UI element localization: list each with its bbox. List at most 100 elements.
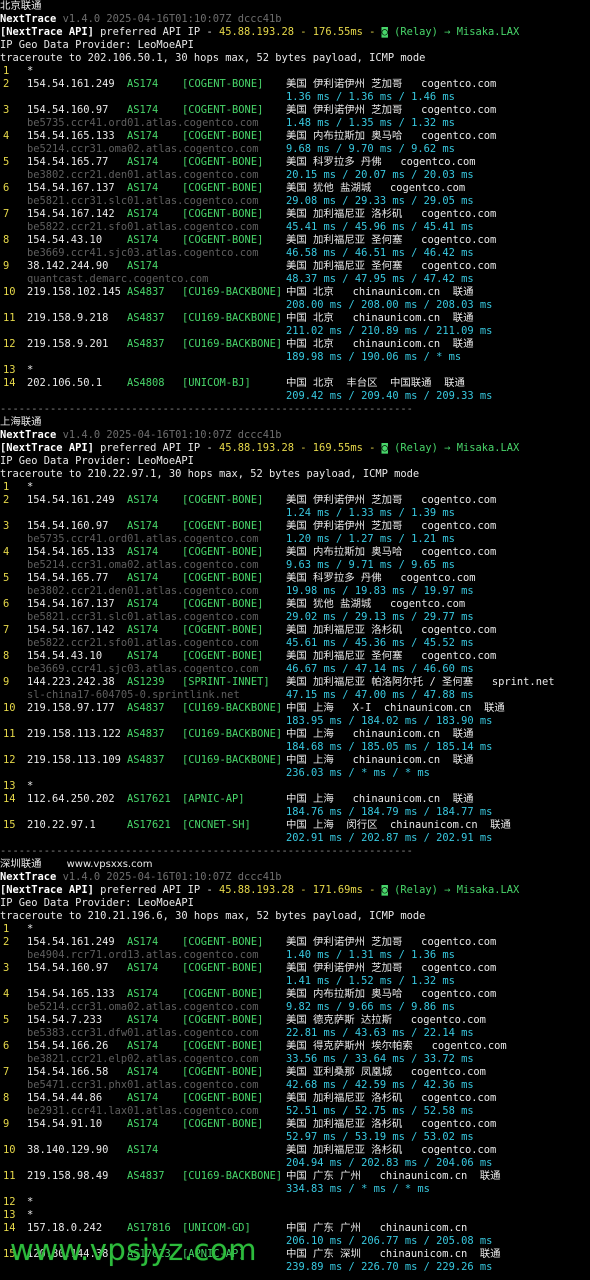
hop-asn: AS4837 bbox=[127, 338, 165, 350]
hop-ip: 219.158.102.145 bbox=[27, 286, 121, 298]
hop-number: 11 bbox=[3, 312, 16, 324]
hop-number: 6 bbox=[3, 1040, 10, 1052]
hop-tag: [COGENT-BONE] bbox=[182, 156, 264, 168]
hop-ip: 154.54.166.26 bbox=[27, 1040, 109, 1052]
hop-geo: 美国 伊利诺伊州 芝加哥 cogentco.com bbox=[286, 104, 497, 116]
hop-ip: 154.54.165.77 bbox=[27, 572, 109, 584]
hop-rtt: 9.68 ms / 9.70 ms / 9.62 ms bbox=[286, 143, 455, 155]
hop-number: 9 bbox=[3, 260, 10, 272]
hop-row: 10 38.140.129.90 AS174 美国 加利福尼亚 洛杉矶 cogentc… bbox=[0, 1144, 590, 1157]
hop-row: 9 144.223.242.38 AS1239 [SPRINT-INNET] 美国 加利… bbox=[0, 676, 590, 689]
hop-rtt: 189.98 ms / 190.06 ms / * ms bbox=[286, 351, 462, 363]
hop-rdns: be3802.ccr21.den01.atlas.cogentco.com bbox=[27, 169, 259, 181]
hop-asn: AS174 bbox=[127, 1144, 159, 1156]
hop-row: 1 * bbox=[0, 923, 590, 936]
hop-row: 3 154.54.160.97 AS174 [COGENT-BONE] 美国 伊利诺伊州… bbox=[0, 962, 590, 975]
hop-tag: [APNIC-AP] bbox=[182, 793, 245, 805]
hop-row: 4 154.54.165.133 AS174 [COGENT-BONE] 美国 内布拉斯… bbox=[0, 546, 590, 559]
hop-detail-row: be5821.ccr31.slc01.atlas.cogentco.com 29.… bbox=[0, 611, 590, 624]
hop-row: 5 154.54.165.77 AS174 [COGENT-BONE] 美国 科罗拉多 … bbox=[0, 572, 590, 585]
separator: ----------------------------------------… bbox=[0, 845, 413, 857]
hop-rdns: be5735.ccr41.ord01.atlas.cogentco.com bbox=[27, 533, 259, 545]
app-version-line: NextTrace v1.4.0 2025-04-16T01:10:07Z dc… bbox=[0, 13, 590, 26]
hop-tag: [CU169-BACKBONE] bbox=[182, 728, 283, 740]
hop-asn: AS174 bbox=[127, 130, 159, 142]
hop-row: 13 * bbox=[0, 364, 590, 377]
hop-ip: 112.64.250.202 bbox=[27, 793, 115, 805]
hop-asn: AS174 bbox=[127, 1118, 159, 1130]
hop-row: 7 154.54.166.58 AS174 [COGENT-BONE] 美国 亚利桑那 … bbox=[0, 1066, 590, 1079]
hop-row: 5 154.54.165.77 AS174 [COGENT-BONE] 美国 科罗拉多 … bbox=[0, 156, 590, 169]
hop-row: 6 154.54.166.26 AS174 [COGENT-BONE] 美国 得克萨斯州… bbox=[0, 1040, 590, 1053]
hop-rtt: 206.10 ms / 206.77 ms / 205.08 ms bbox=[286, 1235, 493, 1247]
hop-detail-row: 183.95 ms / 184.02 ms / 183.90 ms bbox=[0, 715, 590, 728]
hop-detail-row: 209.42 ms / 209.40 ms / 209.33 ms bbox=[0, 390, 590, 403]
hop-asn: AS1239 bbox=[127, 676, 165, 688]
hop-detail-row: sl-china17-604705-0.sprintlink.net 47.15 … bbox=[0, 689, 590, 702]
hop-asn: AS174 bbox=[127, 624, 159, 636]
hop-number: 12 bbox=[3, 338, 16, 350]
traceroute-line: traceroute to 210.21.196.6, 30 hops max,… bbox=[0, 910, 590, 923]
hop-geo: 美国 伊利诺伊州 芝加哥 cogentco.com bbox=[286, 962, 497, 974]
hop-geo: 美国 内布拉斯加 奥马哈 cogentco.com bbox=[286, 988, 497, 1000]
hop-geo: 美国 伊利诺伊州 芝加哥 cogentco.com bbox=[286, 494, 497, 506]
hop-geo: 中国 上海 chinaunicom.cn 联通 bbox=[286, 728, 474, 740]
hop-tag: [COGENT-BONE] bbox=[182, 104, 264, 116]
hop-rtt: 42.68 ms / 42.59 ms / 42.36 ms bbox=[286, 1079, 474, 1091]
hop-rdns: be3821.ccr21.elp02.atlas.cogentco.com bbox=[27, 1053, 259, 1065]
hop-rtt: 1.36 ms / 1.36 ms / 1.46 ms bbox=[286, 91, 455, 103]
hop-rdns: be5383.ccr31.dfw01.atlas.cogentco.com bbox=[27, 1027, 259, 1039]
hop-ip: 38.140.129.90 bbox=[27, 1144, 109, 1156]
hop-ip: 38.142.244.90 bbox=[27, 260, 109, 272]
hop-rtt: 48.37 ms / 47.95 ms / 47.42 ms bbox=[286, 273, 474, 285]
hop-tag: [SPRINT-INNET] bbox=[182, 676, 270, 688]
hop-number: 7 bbox=[3, 1066, 10, 1078]
hop-row: 12 * bbox=[0, 1196, 590, 1209]
hop-asn: AS174 bbox=[127, 234, 159, 246]
hop-detail-row: 189.98 ms / 190.06 ms / * ms bbox=[0, 351, 590, 364]
hop-tag: [CU169-BACKBONE] bbox=[182, 338, 283, 350]
hop-number: 7 bbox=[3, 624, 10, 636]
hop-rdns: be5214.ccr31.oma02.atlas.cogentco.com bbox=[27, 143, 259, 155]
hop-asn: AS17621 bbox=[127, 819, 171, 831]
hop-number: 10 bbox=[3, 286, 16, 298]
hop-tag: [COGENT-BONE] bbox=[182, 1092, 264, 1104]
terminal-output: 北京联通 NextTrace v1.4.0 2025-04-16T01:10:07… bbox=[0, 0, 590, 1274]
hop-ip: 154.54.161.249 bbox=[27, 494, 115, 506]
hop-ip: * bbox=[27, 1209, 34, 1221]
hop-geo: 美国 加利福尼亚 洛杉矶 cogentco.com bbox=[286, 1118, 497, 1130]
hop-ip: 154.54.44.86 bbox=[27, 1092, 103, 1104]
hop-number: 2 bbox=[3, 494, 10, 506]
hop-tag: [COGENT-BONE] bbox=[182, 546, 264, 558]
hop-geo: 美国 科罗拉多 丹佛 cogentco.com bbox=[286, 572, 476, 584]
hop-detail-row: 204.94 ms / 202.83 ms / 204.06 ms bbox=[0, 1157, 590, 1170]
hop-row: 13 * bbox=[0, 780, 590, 793]
hop-number: 11 bbox=[3, 728, 16, 740]
hop-detail-row: be3802.ccr21.den01.atlas.cogentco.com 19.… bbox=[0, 585, 590, 598]
hop-detail-row: be5822.ccr21.sfo01.atlas.cogentco.com 45.… bbox=[0, 221, 590, 234]
hop-ip: 154.54.166.58 bbox=[27, 1066, 109, 1078]
hop-tag: [CNCNET-SH] bbox=[182, 819, 251, 831]
hop-number: 14 bbox=[3, 377, 16, 389]
hop-tag: [COGENT-BONE] bbox=[182, 130, 264, 142]
hop-asn: AS4837 bbox=[127, 702, 165, 714]
hop-rtt: 209.42 ms / 209.40 ms / 209.33 ms bbox=[286, 390, 493, 402]
separator-line: ----------------------------------------… bbox=[0, 403, 590, 416]
hop-rtt: 239.89 ms / 226.70 ms / 229.26 ms bbox=[286, 1261, 493, 1273]
app-version: v1.4.0 2025-04-16T01:10:07Z dccc41b bbox=[56, 13, 282, 25]
traceroute-text: traceroute to 202.106.50.1, 30 hops max,… bbox=[0, 52, 426, 64]
hop-detail-row: be3669.ccr41.sjc03.atlas.cogentco.com 46.… bbox=[0, 247, 590, 260]
hop-tag: [CU169-BACKBONE] bbox=[182, 754, 283, 766]
hop-tag: [CU169-BACKBONE] bbox=[182, 312, 283, 324]
hop-detail-row: be5735.ccr41.ord01.atlas.cogentco.com 1.2… bbox=[0, 533, 590, 546]
hop-rtt: 9.82 ms / 9.66 ms / 9.86 ms bbox=[286, 1001, 455, 1013]
hop-asn: AS4808 bbox=[127, 377, 165, 389]
hop-row: 6 154.54.167.137 AS174 [COGENT-BONE] 美国 犹他 盐… bbox=[0, 182, 590, 195]
provider-text: IP Geo Data Provider: LeoMoeAPI bbox=[0, 455, 194, 467]
hop-tag: [COGENT-BONE] bbox=[182, 962, 264, 974]
hop-ip: 154.54.165.77 bbox=[27, 156, 109, 168]
hop-geo: 中国 北京 chinaunicom.cn 联通 bbox=[286, 312, 474, 324]
hop-geo: 美国 内布拉斯加 奥马哈 cogentco.com bbox=[286, 130, 497, 142]
hop-number: 1 bbox=[3, 923, 10, 935]
hop-geo: 美国 加利福尼亚 圣何塞 cogentco.com bbox=[286, 234, 497, 246]
